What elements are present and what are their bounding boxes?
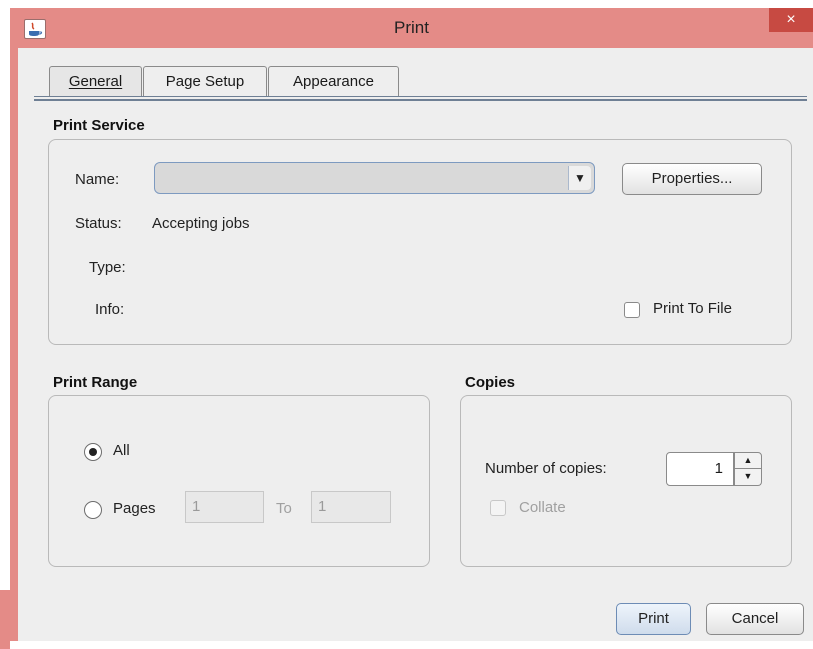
pages-from-field: 1 — [185, 491, 264, 523]
to-label: To — [276, 500, 292, 517]
copies-title: Copies — [465, 374, 516, 391]
print-button-label: Print — [638, 610, 669, 627]
name-label: Name: — [75, 171, 120, 188]
print-to-file-checkbox[interactable] — [624, 302, 640, 318]
tab-label: General — [68, 73, 123, 90]
spinner-up-icon[interactable]: ▲ — [734, 452, 762, 469]
collate-checkbox — [490, 500, 506, 516]
type-label: Type: — [89, 259, 126, 276]
print-to-file-label[interactable]: Print To File — [653, 300, 732, 317]
status-label: Status: — [75, 215, 122, 232]
info-label: Info: — [95, 301, 125, 318]
print-service-title: Print Service — [53, 117, 145, 134]
tab-divider — [34, 99, 807, 101]
status-value: Accepting jobs — [152, 215, 250, 232]
tab-appearance[interactable]: Appearance — [268, 66, 399, 97]
window-title: Print — [394, 18, 429, 37]
all-radio[interactable] — [84, 443, 102, 461]
close-button[interactable]: × — [769, 8, 813, 32]
properties-button-label: Properties... — [651, 170, 733, 187]
print-range-title: Print Range — [53, 374, 138, 391]
print-button[interactable]: Print — [616, 603, 691, 635]
title-bar[interactable]: Print × — [10, 8, 813, 48]
tab-page-setup[interactable]: Page Setup — [143, 66, 267, 97]
left-edge — [0, 590, 10, 649]
radio-selected-dot — [89, 448, 97, 456]
all-label[interactable]: All — [113, 442, 130, 459]
collate-label: Collate — [519, 499, 566, 516]
properties-button[interactable]: Properties... — [622, 163, 762, 195]
close-icon: × — [786, 11, 796, 28]
tab-label: Page Setup — [165, 73, 245, 90]
print-range-group — [48, 395, 430, 567]
tab-divider — [34, 96, 807, 97]
number-of-copies-label: Number of copies: — [485, 460, 607, 477]
cancel-button-label: Cancel — [731, 610, 779, 627]
tab-general[interactable]: General — [49, 66, 142, 97]
pages-to-field: 1 — [311, 491, 391, 523]
dropdown-arrow-icon[interactable]: ▼ — [568, 166, 591, 190]
cancel-button[interactable]: Cancel — [706, 603, 804, 635]
tab-label: Appearance — [293, 73, 374, 90]
spinner-down-icon[interactable]: ▼ — [734, 469, 762, 486]
pages-label[interactable]: Pages — [113, 500, 156, 517]
printer-name-select[interactable] — [154, 162, 595, 194]
pages-radio[interactable] — [84, 501, 102, 519]
copies-spinner-input[interactable]: 1 — [666, 452, 734, 486]
